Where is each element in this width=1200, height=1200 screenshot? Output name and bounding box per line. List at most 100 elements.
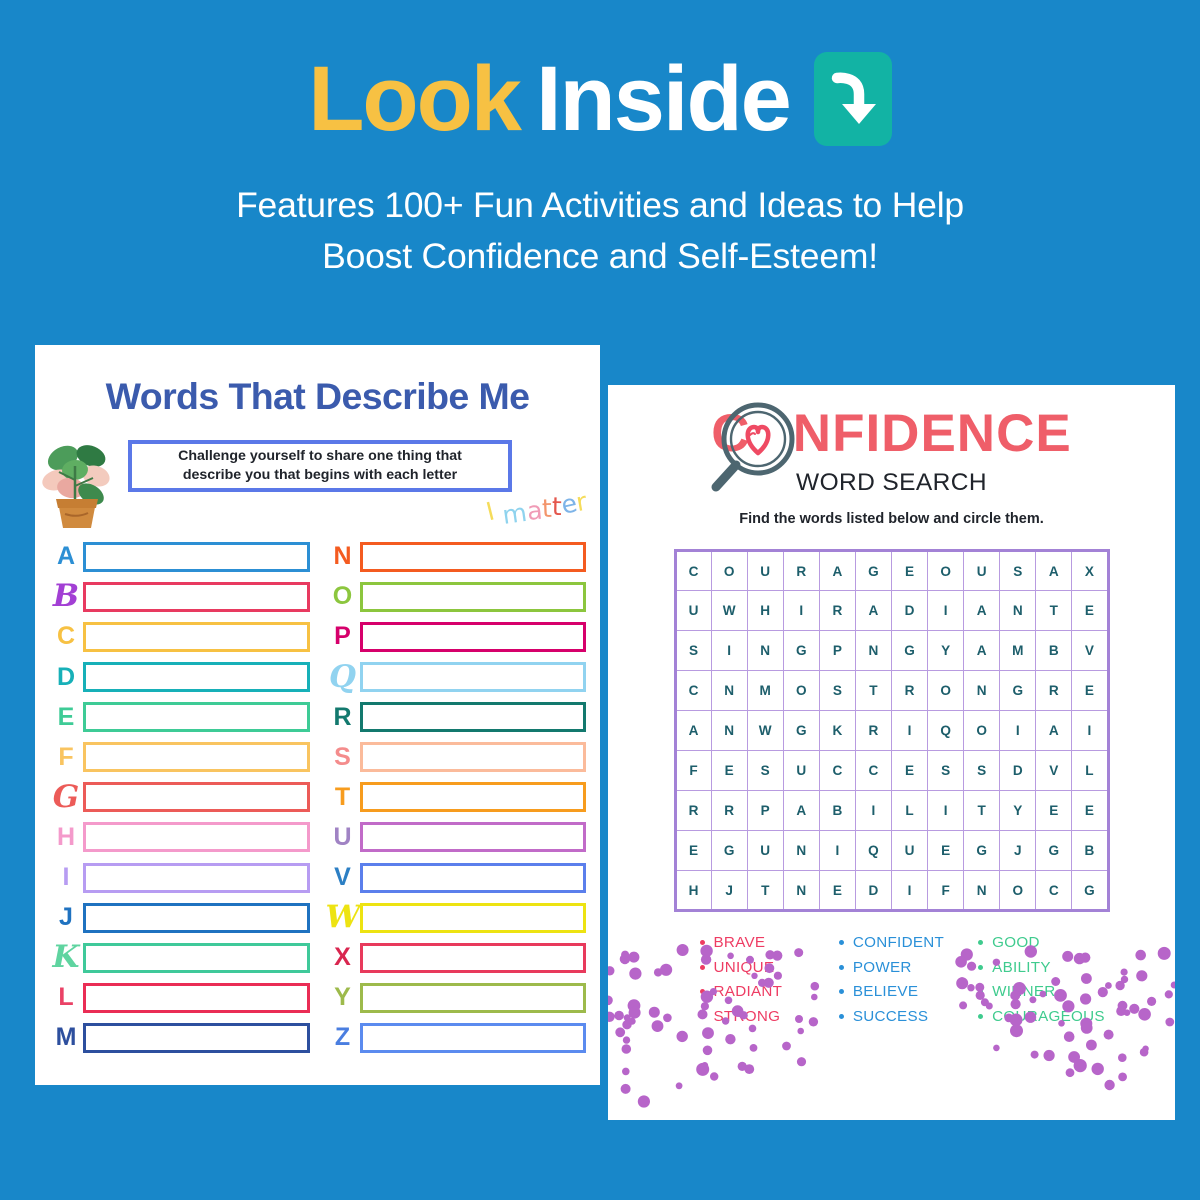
answer-input-box[interactable] xyxy=(83,822,310,853)
word-search-cell[interactable]: C xyxy=(818,750,856,791)
word-search-cell[interactable]: O xyxy=(999,870,1037,911)
answer-input-box[interactable] xyxy=(83,541,310,572)
answer-input-box[interactable] xyxy=(83,1022,310,1053)
word-search-cell[interactable]: A xyxy=(1035,550,1073,591)
word-search-cell[interactable]: R xyxy=(1035,670,1073,711)
word-search-cell[interactable]: A xyxy=(818,550,856,591)
word-search-cell[interactable]: I xyxy=(999,710,1037,751)
word-search-cell[interactable]: M xyxy=(999,630,1037,671)
word-search-cell[interactable]: G xyxy=(963,830,1001,871)
word-search-cell[interactable]: F xyxy=(927,870,965,911)
word-search-cell[interactable]: U xyxy=(746,830,784,871)
word-search-cell[interactable]: E xyxy=(1035,790,1073,831)
word-search-cell[interactable]: L xyxy=(1071,750,1109,791)
word-search-cell[interactable]: O xyxy=(963,710,1001,751)
answer-input-box[interactable] xyxy=(83,581,310,612)
word-list-item[interactable]: WINNER xyxy=(978,983,1117,1000)
word-search-cell[interactable]: K xyxy=(818,710,856,751)
answer-input-box[interactable] xyxy=(359,541,586,572)
word-search-cell[interactable]: I xyxy=(927,590,965,631)
word-search-cell[interactable]: R xyxy=(782,550,820,591)
word-search-cell[interactable]: S xyxy=(927,750,965,791)
word-search-cell[interactable]: M xyxy=(746,670,784,711)
word-search-cell[interactable]: Q xyxy=(927,710,965,751)
word-search-cell[interactable]: F xyxy=(674,750,712,791)
word-search-cell[interactable]: C xyxy=(674,670,712,711)
word-search-cell[interactable]: U xyxy=(890,830,929,871)
word-search-cell[interactable]: R xyxy=(854,710,892,751)
word-list-item[interactable]: GOOD xyxy=(978,934,1117,951)
word-search-cell[interactable]: S xyxy=(746,750,784,791)
word-search-cell[interactable]: I xyxy=(927,790,965,831)
word-search-cell[interactable]: T xyxy=(746,870,784,911)
word-search-cell[interactable]: G xyxy=(1035,830,1073,871)
word-search-cell[interactable]: T xyxy=(963,790,1001,831)
word-search-cell[interactable]: R xyxy=(674,790,712,831)
word-search-cell[interactable]: Y xyxy=(927,630,965,671)
word-search-cell[interactable]: C xyxy=(674,550,712,591)
word-list-item[interactable]: BRAVE xyxy=(699,934,839,951)
word-search-cell[interactable]: H xyxy=(746,590,784,631)
answer-input-box[interactable] xyxy=(83,902,310,933)
word-search-cell[interactable]: P xyxy=(818,630,856,671)
word-search-cell[interactable]: R xyxy=(890,670,929,711)
word-search-cell[interactable]: D xyxy=(890,590,929,631)
word-list-item[interactable]: UNIQUE xyxy=(699,959,839,976)
word-search-cell[interactable]: A xyxy=(674,710,712,751)
word-search-cell[interactable]: B xyxy=(1071,830,1109,871)
word-search-cell[interactable]: E xyxy=(1071,670,1109,711)
answer-input-box[interactable] xyxy=(83,862,310,893)
word-search-cell[interactable]: R xyxy=(818,590,856,631)
word-search-cell[interactable]: D xyxy=(999,750,1037,791)
word-search-cell[interactable]: W xyxy=(710,590,748,631)
word-search-cell[interactable]: G xyxy=(999,670,1037,711)
word-list-item[interactable]: SUCCESS xyxy=(838,1008,978,1025)
answer-input-box[interactable] xyxy=(359,581,586,612)
answer-input-box[interactable] xyxy=(359,982,586,1013)
word-search-cell[interactable]: G xyxy=(1071,870,1109,911)
word-search-cell[interactable]: E xyxy=(1071,790,1109,831)
answer-input-box[interactable] xyxy=(359,822,586,853)
word-search-cell[interactable]: S xyxy=(674,630,712,671)
answer-input-box[interactable] xyxy=(359,942,586,973)
word-search-cell[interactable]: W xyxy=(746,710,784,751)
word-search-cell[interactable]: V xyxy=(1035,750,1073,791)
answer-input-box[interactable] xyxy=(83,942,310,973)
word-search-cell[interactable]: I xyxy=(854,790,892,831)
answer-input-box[interactable] xyxy=(359,1022,586,1053)
answer-input-box[interactable] xyxy=(359,862,586,893)
answer-input-box[interactable] xyxy=(83,742,310,773)
answer-input-box[interactable] xyxy=(359,782,586,813)
word-search-cell[interactable]: J xyxy=(999,830,1037,871)
word-search-cell[interactable]: Q xyxy=(854,830,892,871)
word-search-cell[interactable]: O xyxy=(710,550,748,591)
word-search-cell[interactable]: J xyxy=(710,870,748,911)
word-list-item[interactable]: RADIANT xyxy=(699,983,839,1000)
word-search-cell[interactable]: N xyxy=(710,670,748,711)
word-search-cell[interactable]: G xyxy=(782,710,820,751)
word-search-cell[interactable]: N xyxy=(963,870,1001,911)
word-search-cell[interactable]: U xyxy=(963,550,1001,591)
word-list-item[interactable]: STRONG xyxy=(699,1008,839,1025)
word-search-cell[interactable]: G xyxy=(890,630,929,671)
word-search-cell[interactable]: Y xyxy=(999,790,1037,831)
word-search-cell[interactable]: N xyxy=(782,830,820,871)
word-list-item[interactable]: CONFIDENT xyxy=(838,934,978,951)
word-search-cell[interactable]: D xyxy=(854,870,892,911)
word-search-cell[interactable]: I xyxy=(782,590,820,631)
answer-input-box[interactable] xyxy=(83,702,310,733)
word-search-cell[interactable]: I xyxy=(818,830,856,871)
word-search-cell[interactable]: T xyxy=(854,670,892,711)
word-search-cell[interactable]: G xyxy=(854,550,892,591)
answer-input-box[interactable] xyxy=(359,742,586,773)
word-search-cell[interactable]: U xyxy=(746,550,784,591)
answer-input-box[interactable] xyxy=(359,702,586,733)
word-search-cell[interactable]: E xyxy=(674,830,712,871)
answer-input-box[interactable] xyxy=(83,662,310,693)
word-search-cell[interactable]: S xyxy=(818,670,856,711)
word-search-cell[interactable]: C xyxy=(854,750,892,791)
word-search-cell[interactable]: A xyxy=(854,590,892,631)
word-search-cell[interactable]: B xyxy=(818,790,856,831)
word-search-cell[interactable]: A xyxy=(782,790,820,831)
answer-input-box[interactable] xyxy=(83,621,310,652)
